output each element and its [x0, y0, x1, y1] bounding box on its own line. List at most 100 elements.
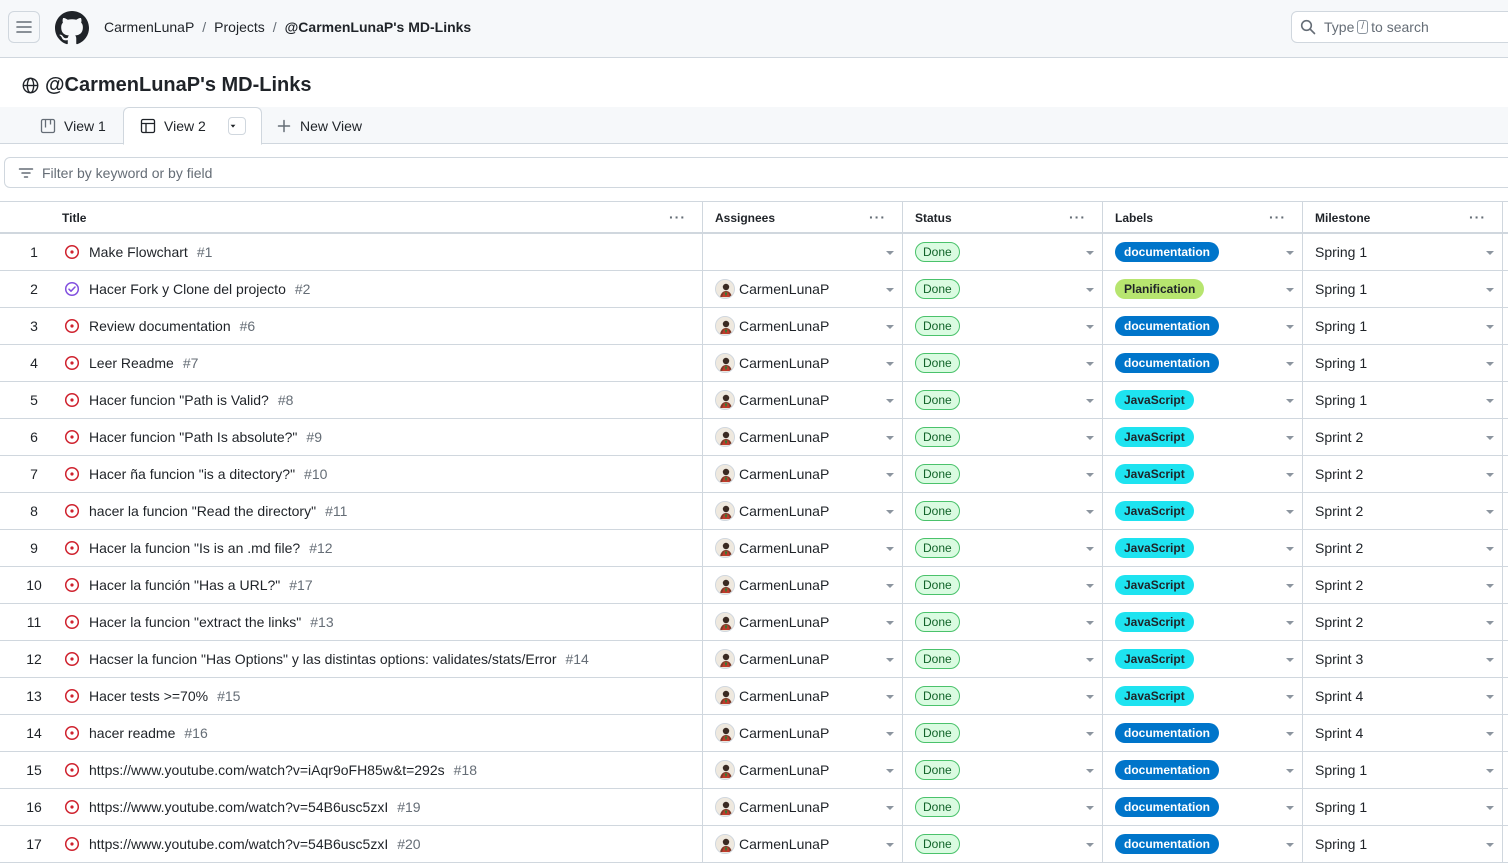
title-cell[interactable]: https://www.youtube.com/watch?v=iAqr9oFH…: [50, 752, 703, 788]
chevron-down-icon[interactable]: [1086, 695, 1094, 699]
status-cell[interactable]: Done: [903, 604, 1103, 640]
milestone-cell[interactable]: Spring 1: [1303, 752, 1503, 788]
chevron-down-icon[interactable]: [1286, 621, 1294, 625]
labels-cell[interactable]: JavaScript: [1103, 604, 1303, 640]
chevron-down-icon[interactable]: [886, 658, 894, 662]
issue-title[interactable]: Leer Readme: [89, 355, 174, 371]
table-row[interactable]: 9 Hacer la funcion "Is is an .md file? #…: [0, 530, 1508, 567]
chevron-down-icon[interactable]: [1486, 658, 1494, 662]
chevron-down-icon[interactable]: [1286, 547, 1294, 551]
chevron-down-icon[interactable]: [1086, 325, 1094, 329]
title-cell[interactable]: Hacer funcion "Path Is absolute?" #9: [50, 419, 703, 455]
column-header-milestone[interactable]: Milestone ···: [1303, 202, 1503, 233]
status-cell[interactable]: Done: [903, 715, 1103, 751]
milestone-cell[interactable]: Sprint 4: [1303, 715, 1503, 751]
issue-title[interactable]: Hacer ña funcion "is a ditectory?": [89, 466, 295, 482]
milestone-cell[interactable]: Sprint 4: [1303, 678, 1503, 714]
status-cell[interactable]: Done: [903, 789, 1103, 825]
chevron-down-icon[interactable]: [1286, 806, 1294, 810]
labels-cell[interactable]: JavaScript: [1103, 456, 1303, 492]
new-view-button[interactable]: New View: [274, 107, 364, 144]
chevron-down-icon[interactable]: [886, 584, 894, 588]
title-cell[interactable]: hacer readme #16: [50, 715, 703, 751]
chevron-down-icon[interactable]: [1086, 251, 1094, 255]
assignee-cell[interactable]: CarmenLunaP: [703, 641, 903, 677]
status-cell[interactable]: Done: [903, 641, 1103, 677]
github-logo-icon[interactable]: [55, 11, 89, 45]
status-cell[interactable]: Done: [903, 456, 1103, 492]
chevron-down-icon[interactable]: [1486, 473, 1494, 477]
issue-title[interactable]: https://www.youtube.com/watch?v=54B6usc5…: [89, 799, 388, 815]
title-cell[interactable]: hacer la funcion "Read the directory" #1…: [50, 493, 703, 529]
labels-cell[interactable]: JavaScript: [1103, 567, 1303, 603]
table-row[interactable]: 15 https://www.youtube.com/watch?v=iAqr9…: [0, 752, 1508, 789]
chevron-down-icon[interactable]: [1286, 769, 1294, 773]
labels-cell[interactable]: JavaScript: [1103, 419, 1303, 455]
chevron-down-icon[interactable]: [886, 769, 894, 773]
breadcrumb-projects[interactable]: Projects: [214, 19, 265, 35]
chevron-down-icon[interactable]: [886, 843, 894, 847]
chevron-down-icon[interactable]: [1286, 584, 1294, 588]
milestone-cell[interactable]: Sprint 3: [1303, 641, 1503, 677]
chevron-down-icon[interactable]: [886, 399, 894, 403]
labels-cell[interactable]: documentation: [1103, 752, 1303, 788]
table-row[interactable]: 17 https://www.youtube.com/watch?v=54B6u…: [0, 826, 1508, 863]
labels-cell[interactable]: JavaScript: [1103, 382, 1303, 418]
assignee-cell[interactable]: CarmenLunaP: [703, 530, 903, 566]
issue-title[interactable]: https://www.youtube.com/watch?v=54B6usc5…: [89, 836, 388, 852]
chevron-down-icon[interactable]: [1486, 288, 1494, 292]
milestone-cell[interactable]: Spring 1: [1303, 271, 1503, 307]
issue-title[interactable]: Hacer funcion "Path Is absolute?": [89, 429, 297, 445]
chevron-down-icon[interactable]: [1486, 325, 1494, 329]
labels-cell[interactable]: JavaScript: [1103, 493, 1303, 529]
status-cell[interactable]: Done: [903, 308, 1103, 344]
title-cell[interactable]: Make Flowchart #1: [50, 234, 703, 270]
table-row[interactable]: 10 Hacer la función "Has a URL?" #17 Car…: [0, 567, 1508, 604]
chevron-down-icon[interactable]: [1486, 399, 1494, 403]
milestone-cell[interactable]: Sprint 2: [1303, 604, 1503, 640]
labels-cell[interactable]: JavaScript: [1103, 641, 1303, 677]
status-cell[interactable]: Done: [903, 826, 1103, 862]
chevron-down-icon[interactable]: [1286, 658, 1294, 662]
table-row[interactable]: 1 Make Flowchart #1 Done documentation S…: [0, 234, 1508, 271]
chevron-down-icon[interactable]: [1086, 436, 1094, 440]
chevron-down-icon[interactable]: [886, 251, 894, 255]
issue-title[interactable]: Hacer la función "Has a URL?": [89, 577, 280, 593]
title-cell[interactable]: Hacer funcion "Path is Valid? #8: [50, 382, 703, 418]
chevron-down-icon[interactable]: [1086, 658, 1094, 662]
labels-cell[interactable]: documentation: [1103, 234, 1303, 270]
view-options-button[interactable]: [227, 117, 246, 135]
assignee-cell[interactable]: CarmenLunaP: [703, 271, 903, 307]
status-cell[interactable]: Done: [903, 567, 1103, 603]
assignee-cell[interactable]: CarmenLunaP: [703, 789, 903, 825]
issue-title[interactable]: hacer la funcion "Read the directory": [89, 503, 316, 519]
column-header-assignees[interactable]: Assignees ···: [703, 202, 903, 233]
chevron-down-icon[interactable]: [886, 547, 894, 551]
tab-view-2[interactable]: View 2: [123, 107, 262, 145]
status-cell[interactable]: Done: [903, 345, 1103, 381]
milestone-cell[interactable]: Sprint 2: [1303, 530, 1503, 566]
column-header-title[interactable]: Title ···: [50, 202, 703, 233]
chevron-down-icon[interactable]: [1286, 325, 1294, 329]
issue-title[interactable]: Hacer la funcion "extract the links": [89, 614, 301, 630]
chevron-down-icon[interactable]: [886, 510, 894, 514]
milestone-cell[interactable]: Spring 1: [1303, 382, 1503, 418]
breadcrumb-owner[interactable]: CarmenLunaP: [104, 19, 194, 35]
status-cell[interactable]: Done: [903, 678, 1103, 714]
issue-title[interactable]: Review documentation: [89, 318, 231, 334]
assignee-cell[interactable]: CarmenLunaP: [703, 382, 903, 418]
labels-cell[interactable]: JavaScript: [1103, 530, 1303, 566]
title-cell[interactable]: Review documentation #6: [50, 308, 703, 344]
milestone-cell[interactable]: Sprint 2: [1303, 456, 1503, 492]
table-row[interactable]: 7 Hacer ña funcion "is a ditectory?" #10…: [0, 456, 1508, 493]
issue-title[interactable]: Hacer funcion "Path is Valid?: [89, 392, 269, 408]
chevron-down-icon[interactable]: [1286, 473, 1294, 477]
column-menu-icon[interactable]: ···: [669, 209, 686, 225]
status-cell[interactable]: Done: [903, 752, 1103, 788]
labels-cell[interactable]: documentation: [1103, 826, 1303, 862]
milestone-cell[interactable]: Sprint 2: [1303, 419, 1503, 455]
chevron-down-icon[interactable]: [1486, 584, 1494, 588]
milestone-cell[interactable]: Spring 1: [1303, 789, 1503, 825]
menu-button[interactable]: [8, 11, 40, 43]
issue-title[interactable]: Hacer tests >=70%: [89, 688, 208, 704]
